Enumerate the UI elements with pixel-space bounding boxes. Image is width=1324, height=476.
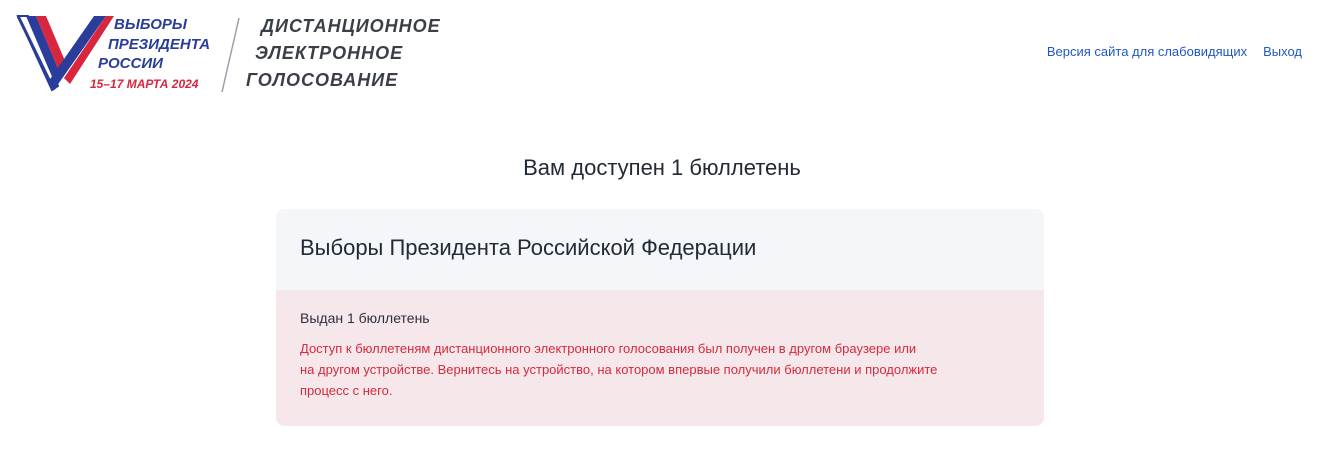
ballot-card-header: Выборы Президента Российской Федерации	[276, 209, 1044, 290]
header-nav: Версия сайта для слабовидящих Выход	[1047, 44, 1302, 59]
accessibility-version-link[interactable]: Версия сайта для слабовидящих	[1047, 44, 1247, 59]
logo-title-line-2: ЭЛЕКТРОННОЕ	[255, 43, 403, 63]
logo-title-line-3: ГОЛОСОВАНИЕ	[246, 70, 398, 90]
ballot-card-body: Выдан 1 бюллетень Доступ к бюллетеням ди…	[276, 290, 1044, 426]
logo-dates: 15–17 МАРТА 2024	[90, 77, 199, 91]
ballot-status: Выдан 1 бюллетень	[300, 310, 430, 326]
page-title: Вам доступен 1 бюллетень	[523, 155, 801, 180]
site-header: ВЫБОРЫ ПРЕЗИДЕНТА РОССИИ 15–17 МАРТА 202…	[0, 0, 1324, 120]
ballot-warning: Доступ к бюллетеням дистанционного элект…	[300, 338, 1020, 401]
warning-line: процесс с него.	[300, 383, 393, 398]
logo-title-line-1: ДИСТАНЦИОННОЕ	[259, 16, 441, 36]
logo-line-3: РОССИИ	[98, 55, 164, 72]
elections-logo[interactable]: ВЫБОРЫ ПРЕЗИДЕНТА РОССИИ 15–17 МАРТА 202…	[14, 12, 454, 96]
warning-line: на другом устройстве. Вернитесь на устро…	[300, 362, 938, 377]
logo-line-2: ПРЕЗИДЕНТА	[108, 36, 210, 53]
logo-line-1: ВЫБОРЫ	[114, 16, 188, 33]
logo-divider	[221, 17, 240, 93]
ballot-title: Выборы Президента Российской Федерации	[300, 235, 757, 260]
logout-link[interactable]: Выход	[1263, 44, 1302, 59]
warning-line: Доступ к бюллетеням дистанционного элект…	[300, 341, 917, 356]
ballot-card: Выборы Президента Российской Федерации В…	[276, 209, 1044, 426]
